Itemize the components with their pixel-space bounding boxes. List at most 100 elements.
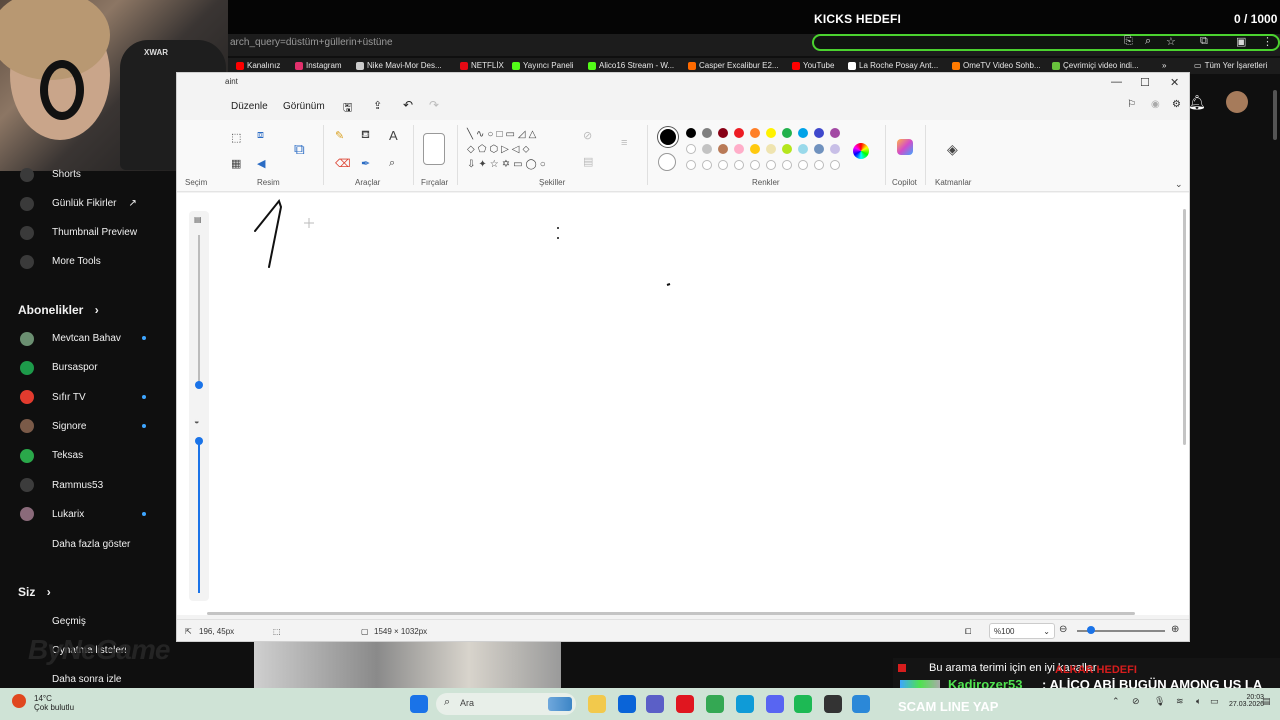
notifications-bell-icon[interactable]: 🔔︎: [1188, 94, 1206, 111]
custom-color-slot[interactable]: [766, 160, 776, 170]
color-swatch[interactable]: [798, 128, 808, 138]
copilot-icon[interactable]: [897, 139, 913, 155]
redo-icon[interactable]: ↷: [429, 98, 439, 112]
color-swatch[interactable]: [766, 128, 776, 138]
file-explorer-icon[interactable]: [588, 695, 606, 713]
zoom-out-icon[interactable]: ⊖: [1059, 624, 1067, 635]
fill-bucket-icon[interactable]: ⛾: [361, 129, 370, 143]
custom-color-slot[interactable]: [782, 160, 792, 170]
you-heading[interactable]: Siz ›: [18, 585, 51, 599]
zoom-icon[interactable]: ⌕: [1145, 35, 1151, 48]
sidebar-item[interactable]: Günlük Fikirler ↗: [0, 189, 176, 218]
account-icon[interactable]: ◉: [1151, 99, 1160, 110]
custom-color-slot[interactable]: [734, 160, 744, 170]
custom-color-slot[interactable]: [750, 160, 760, 170]
close-button[interactable]: ✕: [1170, 76, 1179, 89]
network-icon[interactable]: ⊘: [1132, 696, 1140, 707]
fit-icon[interactable]: ⧠: [965, 627, 971, 637]
taskbar-search[interactable]: ⌕ Ara: [436, 693, 576, 715]
eraser-icon[interactable]: ⌫: [335, 157, 351, 170]
free-select-icon[interactable]: ▦: [231, 157, 241, 170]
taskbar-clock[interactable]: 20:03 27.03.2026: [1229, 694, 1264, 708]
feedback-icon[interactable]: ⚐: [1127, 99, 1136, 110]
sidebar-item[interactable]: Bursaspor: [0, 353, 176, 382]
color-swatch[interactable]: [750, 144, 760, 154]
wifi-icon[interactable]: ≋: [1176, 696, 1184, 707]
outline-icon[interactable]: ⊘: [583, 129, 592, 142]
mic-icon[interactable]: 🎙︎: [1154, 696, 1165, 707]
spotify-icon[interactable]: [794, 695, 812, 713]
bookmark-star-icon[interactable]: ☆: [1166, 35, 1176, 48]
custom-color-slot[interactable]: [798, 160, 808, 170]
magnifier-icon[interactable]: ⌕: [389, 157, 395, 170]
color-swatch[interactable]: [830, 144, 840, 154]
discord-icon[interactable]: [766, 695, 784, 713]
all-bookmarks[interactable]: ▭ Tüm Yer İşaretleri: [1194, 61, 1267, 70]
maximize-button[interactable]: ☐: [1140, 76, 1150, 89]
brushes-button[interactable]: [423, 133, 445, 165]
undo-icon[interactable]: ↶: [403, 98, 413, 112]
bookmark-item[interactable]: OmeTV Video Sohb...: [952, 61, 1041, 70]
sidebar-item[interactable]: Lukarix: [0, 500, 176, 529]
sidebar-item[interactable]: Sıfır TV: [0, 383, 176, 412]
zoom-select[interactable]: %100 ⌄: [989, 623, 1055, 639]
sidebar-item[interactable]: Daha fazla göster: [0, 530, 176, 559]
battery-icon[interactable]: ▭: [1210, 696, 1219, 707]
shapes-gallery[interactable]: ╲∿○□▭◿△ ◇⬠⬡▷◁⬦ ⇩✦☆✡▭◯○: [467, 127, 571, 172]
color-swatch[interactable]: [830, 128, 840, 138]
color-swatch[interactable]: [814, 128, 824, 138]
save-icon[interactable]: 🖫︎: [343, 99, 352, 118]
start-icon[interactable]: [410, 695, 428, 713]
crop-icon[interactable]: ⧈: [257, 129, 264, 142]
color-swatch[interactable]: [686, 128, 696, 138]
menu-icon[interactable]: ⋮: [1262, 35, 1273, 48]
primary-color[interactable]: [658, 127, 678, 147]
custom-color-slot[interactable]: [702, 160, 712, 170]
avatar[interactable]: [1226, 91, 1248, 113]
bookmark-item[interactable]: Yayıncı Paneli: [512, 61, 574, 70]
color-swatch[interactable]: [686, 144, 696, 154]
color-swatch[interactable]: [718, 128, 728, 138]
sidebar-item[interactable]: Signore: [0, 412, 176, 441]
extensions-icon[interactable]: ⧉: [1200, 35, 1208, 48]
edit-colors-icon[interactable]: [853, 143, 869, 159]
bookmark-item[interactable]: Kanalınız: [236, 61, 280, 70]
sidebar-item[interactable]: Rammus53: [0, 471, 176, 500]
sidebar-item[interactable]: Geçmiş: [0, 607, 176, 636]
weather-alert-icon[interactable]: [12, 694, 26, 708]
bookmark-item[interactable]: Alico16 Stream - W...: [588, 61, 674, 70]
vertical-scrollbar[interactable]: [1183, 209, 1186, 445]
video-thumbnail[interactable]: [254, 642, 561, 688]
resize-icon[interactable]: ⧉: [294, 141, 305, 158]
install-icon[interactable]: ⎘: [1124, 35, 1133, 48]
zoom-in-icon[interactable]: ⊕: [1171, 624, 1179, 635]
color-swatch[interactable]: [782, 144, 792, 154]
subscriptions-heading[interactable]: Abonelikler ›: [18, 303, 99, 317]
profile-icon[interactable]: ▣: [1236, 35, 1246, 48]
color-swatch[interactable]: [702, 144, 712, 154]
color-swatch[interactable]: [734, 128, 744, 138]
zoom-thumb[interactable]: [1087, 626, 1095, 634]
volume-icon[interactable]: 🔈︎: [1196, 696, 1201, 707]
sidebar-item[interactable]: Shorts: [0, 160, 176, 189]
color-swatch[interactable]: [814, 144, 824, 154]
fill-icon[interactable]: ▤: [583, 155, 593, 168]
opera-icon[interactable]: [676, 695, 694, 713]
bookmark-item[interactable]: Nike Mavi-Mor Des...: [356, 61, 442, 70]
notification-icon[interactable]: ▤: [1262, 696, 1271, 707]
color-picker-icon[interactable]: ✒: [361, 157, 370, 170]
brush-size-slider[interactable]: ▤ ◒: [189, 211, 209, 601]
bookmarks-more[interactable]: »: [1162, 61, 1166, 70]
drawing-canvas[interactable]: [177, 193, 1189, 615]
color-swatch[interactable]: [718, 144, 728, 154]
menu-edit[interactable]: Düzenle: [231, 101, 268, 112]
color-swatch[interactable]: [734, 144, 744, 154]
custom-color-slot[interactable]: [718, 160, 728, 170]
sidebar-item[interactable]: Teksas: [0, 441, 176, 470]
size-icon[interactable]: ≡: [621, 137, 627, 149]
menu-view[interactable]: Görünüm: [283, 101, 325, 112]
bookmark-item[interactable]: La Roche Posay Ant...: [848, 61, 938, 70]
weather-widget[interactable]: 14°C Çok bulutlu: [34, 694, 74, 712]
bookmark-item[interactable]: Çevrimiçi video indi...: [1052, 61, 1139, 70]
minimize-button[interactable]: —: [1111, 76, 1122, 88]
